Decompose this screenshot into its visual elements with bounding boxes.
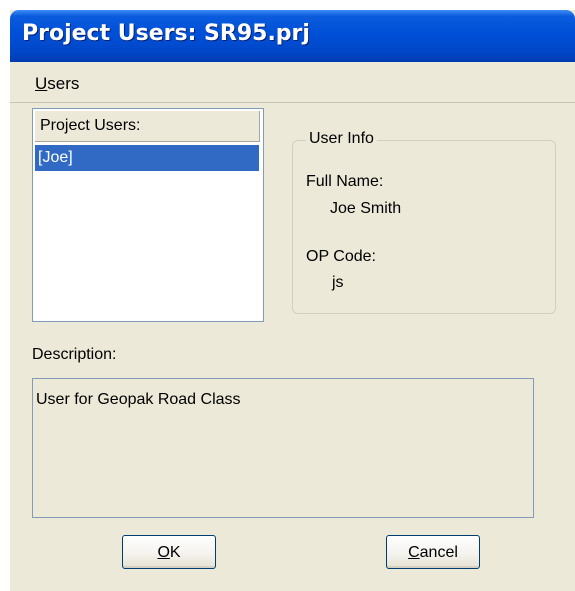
full-name-value: Joe Smith: [330, 200, 402, 217]
description-field[interactable]: User for Geopak Road Class: [32, 378, 534, 518]
ok-mnemonic: O: [157, 544, 170, 561]
ok-button-label: OK: [157, 544, 180, 561]
op-code-value: js: [332, 274, 344, 291]
menu-users-label: sers: [47, 74, 80, 93]
op-code-label: OP Code:: [306, 248, 376, 265]
cancel-label-rest: ancel: [419, 544, 458, 561]
cancel-mnemonic: C: [408, 544, 420, 561]
user-info-group-title: User Info: [306, 130, 377, 148]
list-item-joe[interactable]: [Joe]: [35, 145, 259, 171]
list-column-header[interactable]: Project Users:: [35, 111, 260, 142]
menu-users-mnemonic: U: [35, 74, 48, 93]
project-users-dialog: Project Users: SR95.prj Users Project Us…: [10, 10, 575, 591]
project-users-list[interactable]: Project Users: [Joe]: [32, 108, 264, 322]
title-bar[interactable]: Project Users: SR95.prj: [10, 10, 575, 62]
ok-button[interactable]: OK: [122, 535, 216, 569]
menu-bar: Users: [10, 62, 575, 103]
window-title: Project Users: SR95.prj: [22, 21, 310, 46]
cancel-button-label: Cancel: [408, 544, 458, 561]
description-label: Description:: [32, 346, 117, 363]
description-text: User for Geopak Road Class: [36, 391, 241, 408]
list-item-label: [Joe]: [38, 149, 73, 166]
menu-users[interactable]: Users: [35, 74, 79, 94]
ok-label-rest: K: [169, 544, 181, 561]
cancel-button[interactable]: Cancel: [386, 535, 480, 569]
list-column-header-label: Project Users:: [40, 117, 141, 134]
full-name-label: Full Name:: [306, 173, 384, 190]
